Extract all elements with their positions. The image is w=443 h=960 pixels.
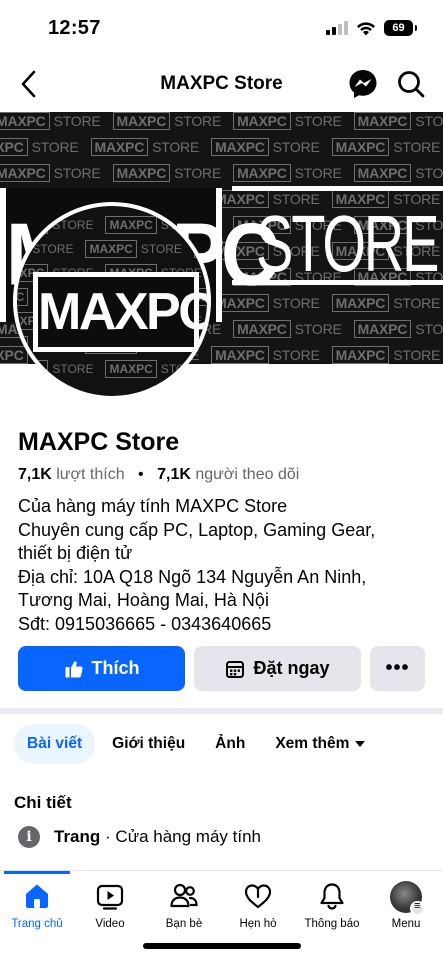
bottom-tab-notifications[interactable]: Thông báo — [295, 881, 369, 930]
cellular-signal-icon — [326, 21, 348, 35]
status-time: 12:57 — [48, 17, 101, 39]
status-bar: 12:57 69 — [0, 0, 443, 56]
like-button-label: Thích — [91, 658, 140, 678]
caret-down-icon — [355, 741, 366, 747]
bottom-tab-label: Thông báo — [304, 918, 360, 930]
page-name: MAXPC Store — [18, 428, 180, 456]
messenger-button[interactable] — [345, 66, 381, 102]
battery-icon: 69 — [384, 20, 417, 36]
menu-badge-icon — [410, 900, 425, 916]
bottom-tab-friends[interactable]: Bạn bè — [147, 881, 221, 930]
avatar-background: MAXPCSTOREMAXPCSTOREMAXPC MAXPCSTOREMAXP… — [17, 206, 207, 396]
detail-type-value: · Cửa hàng máy tính — [105, 827, 261, 846]
menu-avatar — [390, 881, 425, 916]
bottom-tab-label: Trang chủ — [11, 918, 63, 930]
top-nav-bar: MAXPC Store — [0, 56, 443, 112]
section-divider — [0, 708, 443, 714]
page-stats[interactable]: 7,1K lượt thích • 7,1K người theo dõi — [18, 466, 299, 484]
bottom-tab-home[interactable]: Trang chủ — [0, 881, 74, 930]
wifi-icon — [357, 21, 375, 35]
followers-count: 7,1K — [157, 466, 191, 483]
bio-line: Chuyên cung cấp PC, Laptop, Gaming Gear, — [18, 519, 376, 540]
profile-avatar[interactable]: MAXPCSTOREMAXPCSTOREMAXPC MAXPCSTOREMAXP… — [13, 202, 211, 400]
search-button[interactable] — [393, 66, 429, 102]
more-actions-button[interactable]: ••• — [370, 646, 425, 691]
tab-posts[interactable]: Bài viết — [14, 724, 96, 764]
tab-see-more[interactable]: Xem thêm — [262, 724, 378, 764]
followers-label: người theo dõi — [195, 466, 300, 483]
page-bio: Của hàng máy tính MAXPC Store Chuyên cun… — [18, 495, 428, 636]
video-icon — [96, 884, 124, 910]
friends-icon — [170, 883, 198, 908]
bottom-tab-label: Bạn bè — [165, 918, 203, 930]
bell-icon — [320, 883, 344, 910]
bottom-tab-dating[interactable]: Hẹn hò — [221, 881, 295, 930]
messenger-icon — [349, 70, 377, 98]
home-indicator — [143, 943, 301, 949]
heart-icon — [244, 884, 272, 909]
bio-line: Địa chỉ: 10A Q18 Ngõ 134 Nguyễn An Ninh, — [18, 566, 367, 587]
bottom-tab-label: Video — [95, 918, 125, 930]
thumbs-up-icon — [65, 660, 83, 677]
details-heading: Chi tiết — [14, 793, 72, 812]
more-dots-icon: ••• — [385, 657, 410, 679]
cover-line-top — [232, 186, 443, 191]
active-tab-indicator — [4, 871, 70, 874]
book-now-label: Đặt ngay — [253, 658, 330, 678]
bottom-tab-label: Menu — [391, 918, 421, 930]
bio-line: thiết bị điện tử — [18, 543, 133, 563]
bottom-tab-menu[interactable]: Menu — [369, 881, 443, 930]
book-now-button[interactable]: Đặt ngay — [194, 646, 361, 691]
tab-photos[interactable]: Ảnh — [202, 724, 258, 764]
tab-about[interactable]: Giới thiệu — [99, 724, 198, 764]
bottom-tab-video[interactable]: Video — [73, 881, 147, 930]
stats-separator: • — [138, 466, 144, 483]
status-indicators: 69 — [326, 20, 417, 36]
bio-line: Của hàng máy tính MAXPC Store — [18, 496, 288, 516]
tab-see-more-label: Xem thêm — [275, 735, 350, 752]
cover-store-text: STORE — [256, 199, 439, 288]
search-icon — [398, 71, 425, 98]
detail-type-label: Trang — [54, 827, 101, 846]
home-icon — [26, 884, 48, 908]
likes-label: lượt thích — [56, 466, 125, 483]
likes-count: 7,1K — [18, 466, 52, 483]
detail-page-type: i Trang · Cửa hàng máy tính — [18, 826, 261, 848]
bio-line: Sđt: 0915036665 - 0343640665 — [18, 613, 272, 634]
bottom-tab-label: Hẹn hò — [239, 918, 277, 930]
like-button[interactable]: Thích — [18, 646, 185, 691]
info-icon: i — [18, 826, 40, 848]
bio-line: Tương Mai, Hoàng Mai, Hà Nội — [18, 590, 269, 610]
avatar-logo-box: MAXPC — [33, 272, 207, 352]
calendar-icon — [226, 660, 245, 678]
profile-tabs: Bài viết Giới thiệu Ảnh Xem thêm — [14, 724, 378, 764]
avatar-logo-text: MAXPC — [38, 277, 207, 347]
